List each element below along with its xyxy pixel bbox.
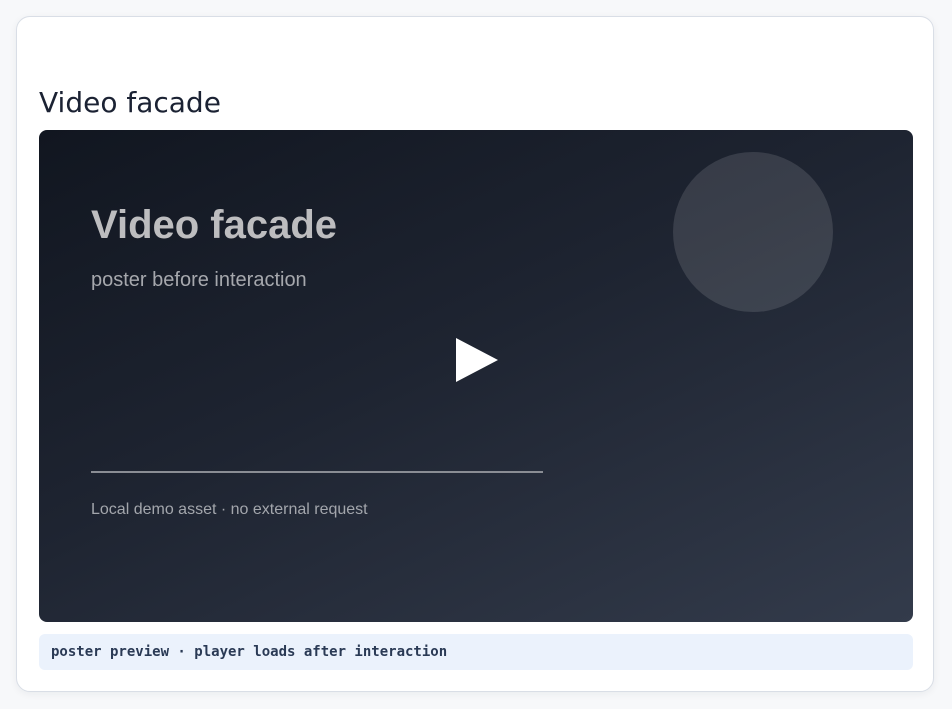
play-button[interactable] [441, 325, 511, 395]
decorative-circle [673, 152, 833, 312]
poster-title: Video facade [91, 203, 338, 247]
asset-note: Local demo asset · no external request [91, 501, 368, 518]
video-facade[interactable]: Video facade poster before interaction L… [39, 130, 913, 622]
video-card: Video facade Video facade poster before … [16, 16, 934, 692]
caption-text: poster preview · player loads after inte… [51, 644, 448, 660]
section-title: Video facade [39, 86, 221, 119]
poster-subtitle: poster before interaction [91, 269, 307, 291]
caption-bar: poster preview · player loads after inte… [39, 634, 913, 670]
poster-divider [91, 471, 543, 473]
play-icon [456, 338, 498, 382]
